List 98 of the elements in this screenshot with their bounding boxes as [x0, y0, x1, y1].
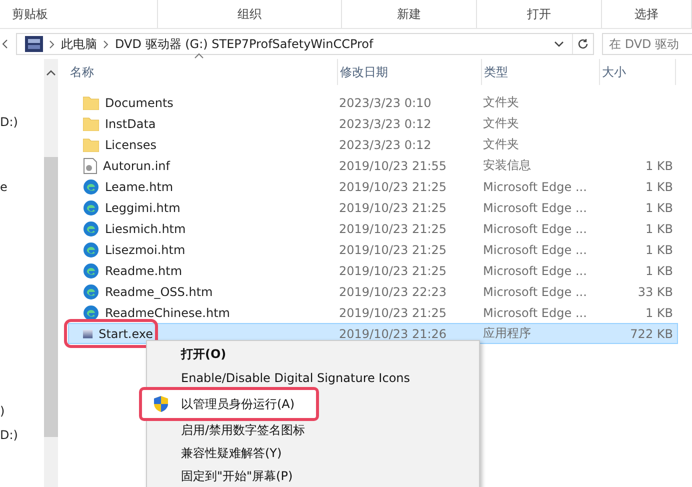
file-row[interactable]: Autorun.inf 2019/10/23 21:55 安装信息 1 KB	[68, 155, 678, 176]
browser-file-icon	[83, 284, 99, 300]
modified-date: 2023/3/23 0:10	[339, 96, 432, 110]
file-type: Microsoft Edge ...	[483, 306, 587, 320]
browser-file-icon	[83, 220, 99, 236]
file-name: Leggimi.htm	[105, 200, 180, 214]
browser-file-icon	[83, 242, 99, 258]
ribbon-group-label: 新建	[342, 0, 477, 28]
breadcrumb[interactable]: 此电脑	[61, 36, 97, 52]
modified-date: 2023/3/23 0:12	[339, 116, 432, 130]
ribbon-group-label: 组织	[158, 0, 342, 28]
file-type: Microsoft Edge ...	[483, 264, 587, 278]
modified-date: 2023/3/23 0:12	[339, 138, 432, 152]
modified-date: 2019/10/23 21:25	[339, 200, 447, 214]
file-type: Microsoft Edge ...	[483, 284, 587, 298]
nav-item[interactable]: D:)	[0, 115, 18, 136]
ribbon-group-label: 选择	[602, 0, 692, 28]
file-size: 1 KB	[645, 158, 673, 172]
file-type: 文件夹	[483, 116, 519, 130]
file-size: 1 KB	[645, 200, 673, 214]
file-name: Readme.htm	[105, 264, 182, 278]
file-row[interactable]: InstData 2023/3/23 0:12 文件夹	[68, 113, 678, 134]
breadcrumb[interactable]: DVD 驱动器 (G:) STEP7ProfSafetyWinCCProf	[115, 36, 374, 52]
column-header[interactable]: 类型	[482, 59, 600, 85]
file-row[interactable]: Leame.htm 2019/10/23 21:25 Microsoft Edge ... 1 KB	[68, 176, 678, 197]
browser-file-icon	[83, 200, 99, 216]
settings-file-icon	[83, 158, 97, 174]
browser-file-icon	[83, 262, 99, 278]
modified-date: 2019/10/23 21:26	[339, 326, 447, 340]
column-header[interactable]: 大小	[600, 59, 676, 85]
file-name: Readme_OSS.htm	[105, 284, 213, 298]
file-type: Microsoft Edge ...	[483, 222, 587, 236]
file-name: ReadmeChinese.htm	[105, 306, 230, 320]
ribbon-group-label: 剪贴板	[0, 0, 158, 28]
scrollbar-thumb[interactable]	[44, 157, 58, 437]
file-name: InstData	[105, 116, 156, 130]
chevron-icon[interactable]	[103, 40, 109, 48]
file-size: 1 KB	[645, 306, 673, 320]
refresh-icon	[577, 38, 589, 50]
file-row[interactable]: Documents 2023/3/23 0:10 文件夹	[68, 92, 678, 113]
file-name: Start.exe	[98, 326, 153, 340]
menu-item[interactable]: 兼容性疑难解答(Y)	[147, 442, 479, 465]
folder-icon	[83, 138, 99, 152]
file-type: Microsoft Edge ...	[483, 180, 587, 194]
column-header[interactable]: 修改日期	[338, 59, 482, 85]
modified-date: 2019/10/23 21:25	[339, 264, 447, 278]
menu-item[interactable]: 启用/禁用数字签名图标	[147, 419, 479, 442]
file-size: 722 KB	[630, 326, 673, 340]
file-size: 1 KB	[645, 242, 673, 256]
file-type: Microsoft Edge ...	[483, 242, 587, 256]
ribbon-group-label: 打开	[477, 0, 602, 28]
sort-caret-icon[interactable]	[194, 53, 204, 59]
file-row[interactable]: Liesmich.htm 2019/10/23 21:25 Microsoft Edge ... 1 KB	[68, 218, 678, 239]
menu-item[interactable]: 固定到"开始"屏幕(P)	[147, 465, 479, 487]
file-type: 文件夹	[483, 95, 519, 109]
file-row[interactable]: ReadmeChinese.htm 2019/10/23 21:25 Microsoft Edge ... 1 KB	[68, 302, 678, 323]
file-row[interactable]: Licenses 2023/3/23 0:12 文件夹	[68, 134, 678, 155]
folder-icon	[83, 96, 99, 110]
modified-date: 2019/10/23 21:25	[339, 180, 447, 194]
file-name: Licenses	[105, 138, 156, 152]
file-type: 文件夹	[483, 137, 519, 151]
menu-item[interactable]: 打开(O)	[147, 343, 479, 366]
nav-item[interactable]: )	[0, 404, 5, 425]
address-bar[interactable]: 此电脑 DVD 驱动器 (G:) STEP7ProfSafetyWinCCProf	[16, 33, 594, 55]
file-size: 1 KB	[645, 222, 673, 236]
modified-date: 2019/10/23 22:23	[339, 284, 447, 298]
browser-file-icon	[83, 178, 99, 194]
file-name: Documents	[105, 96, 174, 110]
scroll-up-icon[interactable]	[46, 69, 56, 77]
search-field[interactable]: 在 DVD 驱动	[602, 33, 692, 55]
file-row[interactable]: Readme_OSS.htm 2019/10/23 22:23 Microsoft Edge ... 33 KB	[68, 281, 678, 302]
file-size: 1 KB	[645, 180, 673, 194]
modified-date: 2019/10/23 21:25	[339, 242, 447, 256]
file-name: Liesmich.htm	[105, 222, 186, 236]
menu-item[interactable]: Enable/Disable Digital Signature Icons	[147, 366, 479, 389]
file-size: 33 KB	[638, 284, 673, 298]
drive-icon	[25, 36, 43, 52]
modified-date: 2019/10/23 21:55	[339, 158, 447, 172]
file-row[interactable]: Lisezmoi.htm 2019/10/23 21:25 Microsoft Edge ... 1 KB	[68, 239, 678, 260]
file-type: 应用程序	[483, 326, 531, 340]
column-header[interactable]: 名称	[68, 59, 338, 85]
nav-item[interactable]: e	[0, 180, 8, 201]
folder-icon	[83, 116, 99, 130]
file-name: Lisezmoi.htm	[105, 242, 186, 256]
browser-file-icon	[83, 304, 99, 320]
file-type: 安装信息	[483, 158, 531, 172]
modified-date: 2019/10/23 21:25	[339, 306, 447, 320]
file-type: Microsoft Edge ...	[483, 200, 587, 214]
chevron-icon[interactable]	[49, 40, 55, 48]
file-size: 1 KB	[645, 264, 673, 278]
file-name: Autorun.inf	[103, 158, 170, 172]
modified-date: 2019/10/23 21:25	[339, 222, 447, 236]
menu-item[interactable]: 以管理员身份运行(A)	[141, 389, 317, 419]
shield-icon	[153, 395, 169, 413]
file-row[interactable]: Leggimi.htm 2019/10/23 21:25 Microsoft Edge ... 1 KB	[68, 197, 678, 218]
file-row[interactable]: Readme.htm 2019/10/23 21:25 Microsoft Edge ... 1 KB	[68, 260, 678, 281]
nav-item[interactable]: D:)	[0, 428, 18, 449]
file-name: Leame.htm	[105, 180, 174, 194]
